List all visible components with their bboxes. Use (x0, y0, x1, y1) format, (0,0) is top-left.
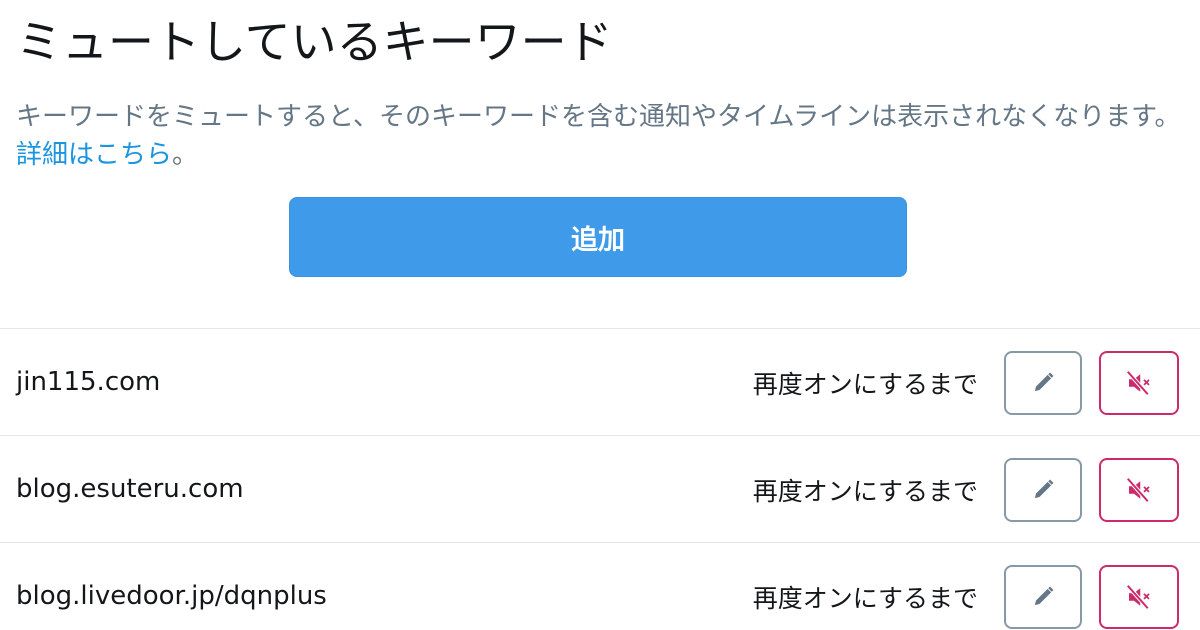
mute-duration: 再度オンにするまで (752, 370, 978, 399)
pencil-icon (1029, 369, 1057, 397)
pencil-icon (1029, 583, 1057, 611)
keyword-row: jin115.com 再度オンにするまで (0, 328, 1200, 435)
mute-duration: 再度オンにするまで (752, 477, 978, 506)
edit-keyword-button[interactable] (1004, 565, 1082, 629)
keyword-list: jin115.com 再度オンにするまで blog.esuteru.com 再度… (0, 328, 1200, 630)
mute-duration: 再度オンにするまで (752, 584, 978, 613)
keyword-text: jin115.com (16, 367, 161, 397)
edit-keyword-button[interactable] (1004, 458, 1082, 522)
keyword-row: blog.esuteru.com 再度オンにするまで (0, 435, 1200, 542)
speaker-muted-icon (1124, 368, 1154, 398)
keyword-text: blog.livedoor.jp/dqnplus (16, 581, 327, 611)
edit-keyword-button[interactable] (1004, 351, 1082, 415)
learn-more-link[interactable]: 詳細はこちら (16, 140, 172, 170)
unmute-keyword-button[interactable] (1099, 351, 1179, 415)
speaker-muted-icon (1124, 582, 1154, 612)
keyword-text: blog.esuteru.com (16, 474, 244, 504)
keyword-row: blog.livedoor.jp/dqnplus 再度オンにするまで (0, 542, 1200, 630)
unmute-keyword-button[interactable] (1099, 458, 1179, 522)
page-title: ミュートしているキーワード (16, 15, 613, 69)
speaker-muted-icon (1124, 475, 1154, 505)
description: キーワードをミュートすると、そのキーワードを含む通知やタイムラインは表示されなく… (16, 98, 1186, 174)
add-keyword-button[interactable]: 追加 (289, 197, 907, 277)
muted-keywords-page: ミュートしているキーワード キーワードをミュートすると、そのキーワードを含む通知… (0, 0, 1200, 630)
description-text: キーワードをミュートすると、そのキーワードを含む通知やタイムラインは表示されなく… (16, 102, 1181, 132)
unmute-keyword-button[interactable] (1099, 565, 1179, 629)
description-suffix: 。 (172, 140, 199, 170)
pencil-icon (1029, 476, 1057, 504)
